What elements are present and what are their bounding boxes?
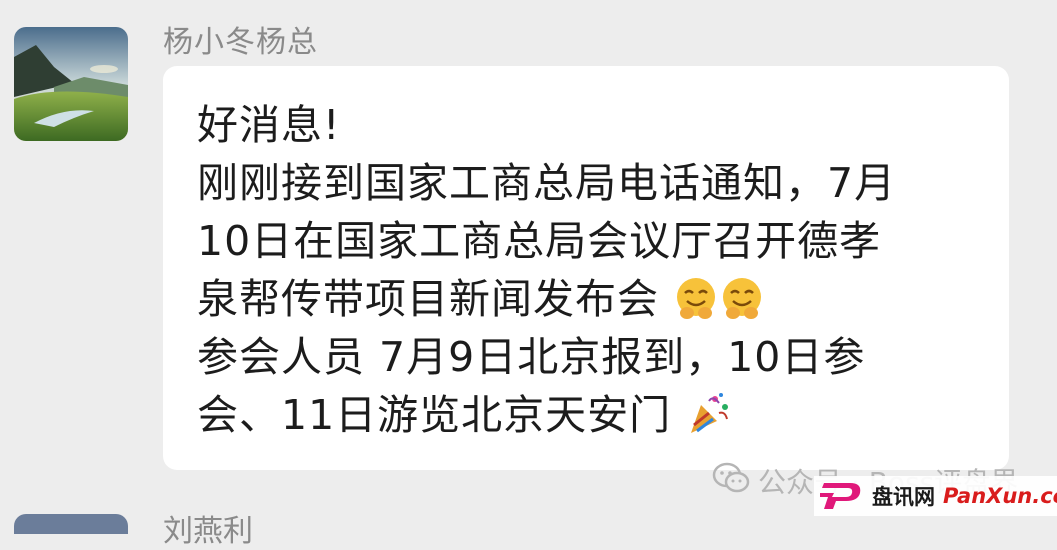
message-line-2: 刚刚接到国家工商总局电话通知，7月 <box>197 159 897 207</box>
message-line-6-wrap: 会、11日游览北京天安门 <box>197 386 987 444</box>
message-line-4-wrap: 泉帮传带项目新闻发布会 <box>197 270 987 328</box>
message-line-6: 会、11日游览北京天安门 <box>197 391 672 439</box>
chat-area: 杨小冬杨总 好消息! 刚刚接到国家工商总局电话通知，7月 10日在国家工商总局会… <box>0 0 1057 549</box>
brand-name: 盘讯网 <box>872 485 935 509</box>
brand-logo: 盘讯网 PanXun.cc <box>814 476 1057 516</box>
beaming-face-emoji <box>673 275 719 321</box>
message-text: 好消息! 刚刚接到国家工商总局电话通知，7月 10日在国家工商总局会议厅召开德孝… <box>197 96 987 444</box>
beaming-face-emoji <box>719 275 765 321</box>
message-bubble[interactable]: 好消息! 刚刚接到国家工商总局电话通知，7月 10日在国家工商总局会议厅召开德孝… <box>163 66 1009 470</box>
sender-name: 杨小冬杨总 <box>163 25 318 60</box>
next-sender-avatar[interactable] <box>14 514 128 534</box>
party-popper-emoji <box>685 391 731 437</box>
panxun-logo-icon <box>820 477 866 515</box>
landscape-avatar-image <box>14 27 128 141</box>
sender-avatar[interactable] <box>14 27 128 141</box>
message-line-4: 泉帮传带项目新闻发布会 <box>197 275 659 323</box>
next-sender-name: 刘燕利 <box>163 514 253 549</box>
wechat-icon <box>712 462 750 501</box>
message-line-3: 10日在国家工商总局会议厅召开德孝 <box>197 217 882 265</box>
brand-url[interactable]: PanXun.cc <box>943 484 1057 508</box>
message-line-1: 好消息! <box>197 101 341 149</box>
message-line-5: 参会人员 7月9日北京报到，10日参 <box>197 333 866 381</box>
